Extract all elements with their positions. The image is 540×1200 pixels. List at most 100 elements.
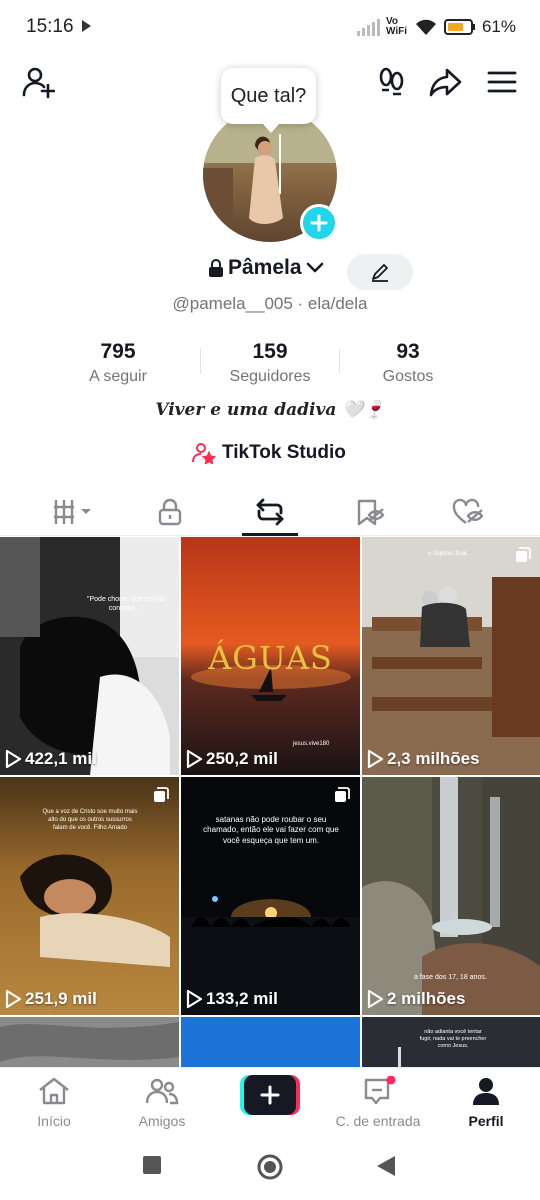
nav-inbox-label: C. de entrada [335, 1113, 421, 1129]
edit-profile-button[interactable] [347, 254, 413, 290]
likes-label: Gostos [382, 368, 434, 385]
play-outline-icon [367, 989, 384, 1009]
share-profile-button[interactable] [428, 64, 464, 100]
video-title: ÁGUAS [208, 639, 333, 677]
system-nav-bar [0, 1135, 540, 1200]
video-thumbnail[interactable] [0, 1017, 179, 1067]
multi-photo-icon [335, 787, 350, 802]
add-avatar-button[interactable] [300, 204, 338, 242]
video-thumbnail[interactable]: o objetivo final. 2,3 milhões [362, 537, 540, 775]
studio-user-star-icon [192, 443, 216, 464]
view-count-text: 422,1 mil [25, 749, 97, 768]
video-caption: "Pode chorar, que ele vai consolar..." [87, 596, 165, 613]
video-thumbnail[interactable]: "Pode chorar, que ele vai consolar..." 4… [0, 537, 179, 775]
active-tab-indicator [242, 533, 298, 536]
video-thumbnail[interactable]: satanas não pode roubar o seu chamado, e… [181, 777, 360, 1015]
create-button[interactable] [240, 1075, 300, 1115]
tooltip-text: Que tal? [230, 84, 307, 107]
nav-profile[interactable]: Perfil [436, 1076, 536, 1129]
following-stat[interactable]: 795 A seguir [48, 340, 188, 386]
chevron-down-icon [306, 262, 323, 273]
multi-photo-icon [154, 787, 169, 802]
video-credit: jesus.vive180 [293, 741, 330, 747]
tab-private[interactable] [140, 492, 200, 532]
video-caption: não adianta você tentar fugir, nada vai … [419, 1029, 487, 1050]
video-thumbnail[interactable]: não adianta você tentar fugir, nada vai … [362, 1017, 540, 1067]
profile-handle: @pamela__005 · ela/dela [172, 294, 368, 313]
profile-tabs [0, 486, 540, 536]
lock-icon [158, 498, 182, 526]
nav-home[interactable]: Início [4, 1076, 104, 1129]
tab-liked[interactable] [438, 492, 498, 532]
thumbnail-image [0, 1017, 179, 1067]
recent-apps-button[interactable] [142, 1155, 162, 1180]
view-count: 422,1 mil [4, 749, 97, 769]
thumbnail-image [0, 537, 179, 775]
nav-friends-label: Amigos [138, 1113, 186, 1129]
likes-stat[interactable]: 93 Gostos [338, 340, 478, 386]
view-count-text: 250,2 mil [206, 749, 278, 768]
play-outline-icon [186, 749, 203, 769]
likes-count: 93 [396, 340, 420, 363]
home-icon [39, 1077, 69, 1105]
video-caption: satanas não pode roubar o seu chamado, e… [203, 815, 339, 845]
thumbnail-image [181, 777, 360, 1015]
tab-favorites[interactable] [340, 492, 400, 532]
pencil-icon [372, 264, 388, 282]
video-thumbnail[interactable]: ÁGUAS jesus.vive180 250,2 mil [181, 537, 360, 775]
followers-stat[interactable]: 159 Seguidores [200, 340, 340, 386]
circle-icon [257, 1154, 283, 1180]
name-row: Pâmela [0, 254, 540, 290]
footprint-button[interactable] [374, 64, 410, 100]
back-button[interactable] [376, 1155, 396, 1182]
view-count: 2 milhões [366, 989, 465, 1009]
account-switcher[interactable]: Pâmela [208, 256, 324, 280]
media-play-icon [82, 20, 91, 32]
video-thumbnail[interactable]: Que a voz de Cristo soe muito mais alto … [0, 777, 179, 1015]
wifi-icon [415, 19, 436, 35]
status-icons: Vo WiFi 61% [356, 14, 516, 40]
profile-bio: Viver e uma dadiva 🤍🍷 [155, 400, 385, 420]
square-icon [143, 1156, 161, 1174]
video-grid-icon [54, 500, 91, 524]
repost-icon [256, 498, 284, 526]
tiktok-studio-link[interactable]: TikTok Studio [192, 442, 346, 464]
video-grid: "Pode chorar, que ele vai consolar..." 4… [0, 537, 540, 1067]
signal-icon [356, 19, 380, 36]
followers-count: 159 [252, 340, 288, 363]
nav-friends[interactable]: Amigos [112, 1076, 212, 1129]
video-caption: Que a voz de Cristo soe muito mais alto … [42, 809, 138, 831]
profile-name: Pâmela [228, 256, 302, 279]
view-count-text: 251,9 mil [25, 989, 97, 1008]
vowifi-label: Vo WiFi [385, 16, 407, 37]
hamburger-menu-icon [487, 71, 517, 93]
status-bar: 15:16 Vo WiFi 61% [0, 0, 540, 56]
footprints-icon [379, 67, 404, 96]
nav-home-label: Início [37, 1113, 71, 1129]
multi-photo-icon [516, 547, 531, 562]
following-count: 795 [100, 340, 136, 363]
nav-inbox[interactable]: C. de entrada [328, 1075, 428, 1129]
view-count-text: 2,3 milhões [387, 749, 480, 768]
share-arrow-icon [429, 68, 462, 97]
following-label: A seguir [89, 368, 147, 385]
nav-profile-label: Perfil [468, 1113, 504, 1129]
back-triangle-icon [377, 1156, 395, 1176]
view-count-text: 133,2 mil [206, 989, 278, 1008]
tab-reposts[interactable] [240, 492, 300, 532]
video-caption: a fase dos 17, 18 anos. [414, 974, 487, 981]
tab-videos[interactable] [44, 492, 104, 532]
bottom-nav: Início Amigos C. de entrada Perfil [0, 1067, 540, 1135]
play-outline-icon [367, 749, 384, 769]
tooltip[interactable]: Que tal? [221, 68, 316, 133]
view-count: 250,2 mil [185, 749, 278, 769]
heart-hidden-icon [452, 498, 484, 524]
profile-icon [473, 1078, 499, 1105]
home-system-button[interactable] [256, 1153, 284, 1186]
view-count: 133,2 mil [185, 989, 278, 1009]
video-thumbnail[interactable]: a fase dos 17, 18 anos. 2 milhões [362, 777, 540, 1015]
plus-icon [310, 214, 328, 232]
menu-button[interactable] [484, 64, 520, 100]
video-thumbnail[interactable] [181, 1017, 360, 1067]
add-friend-button[interactable] [20, 64, 56, 100]
